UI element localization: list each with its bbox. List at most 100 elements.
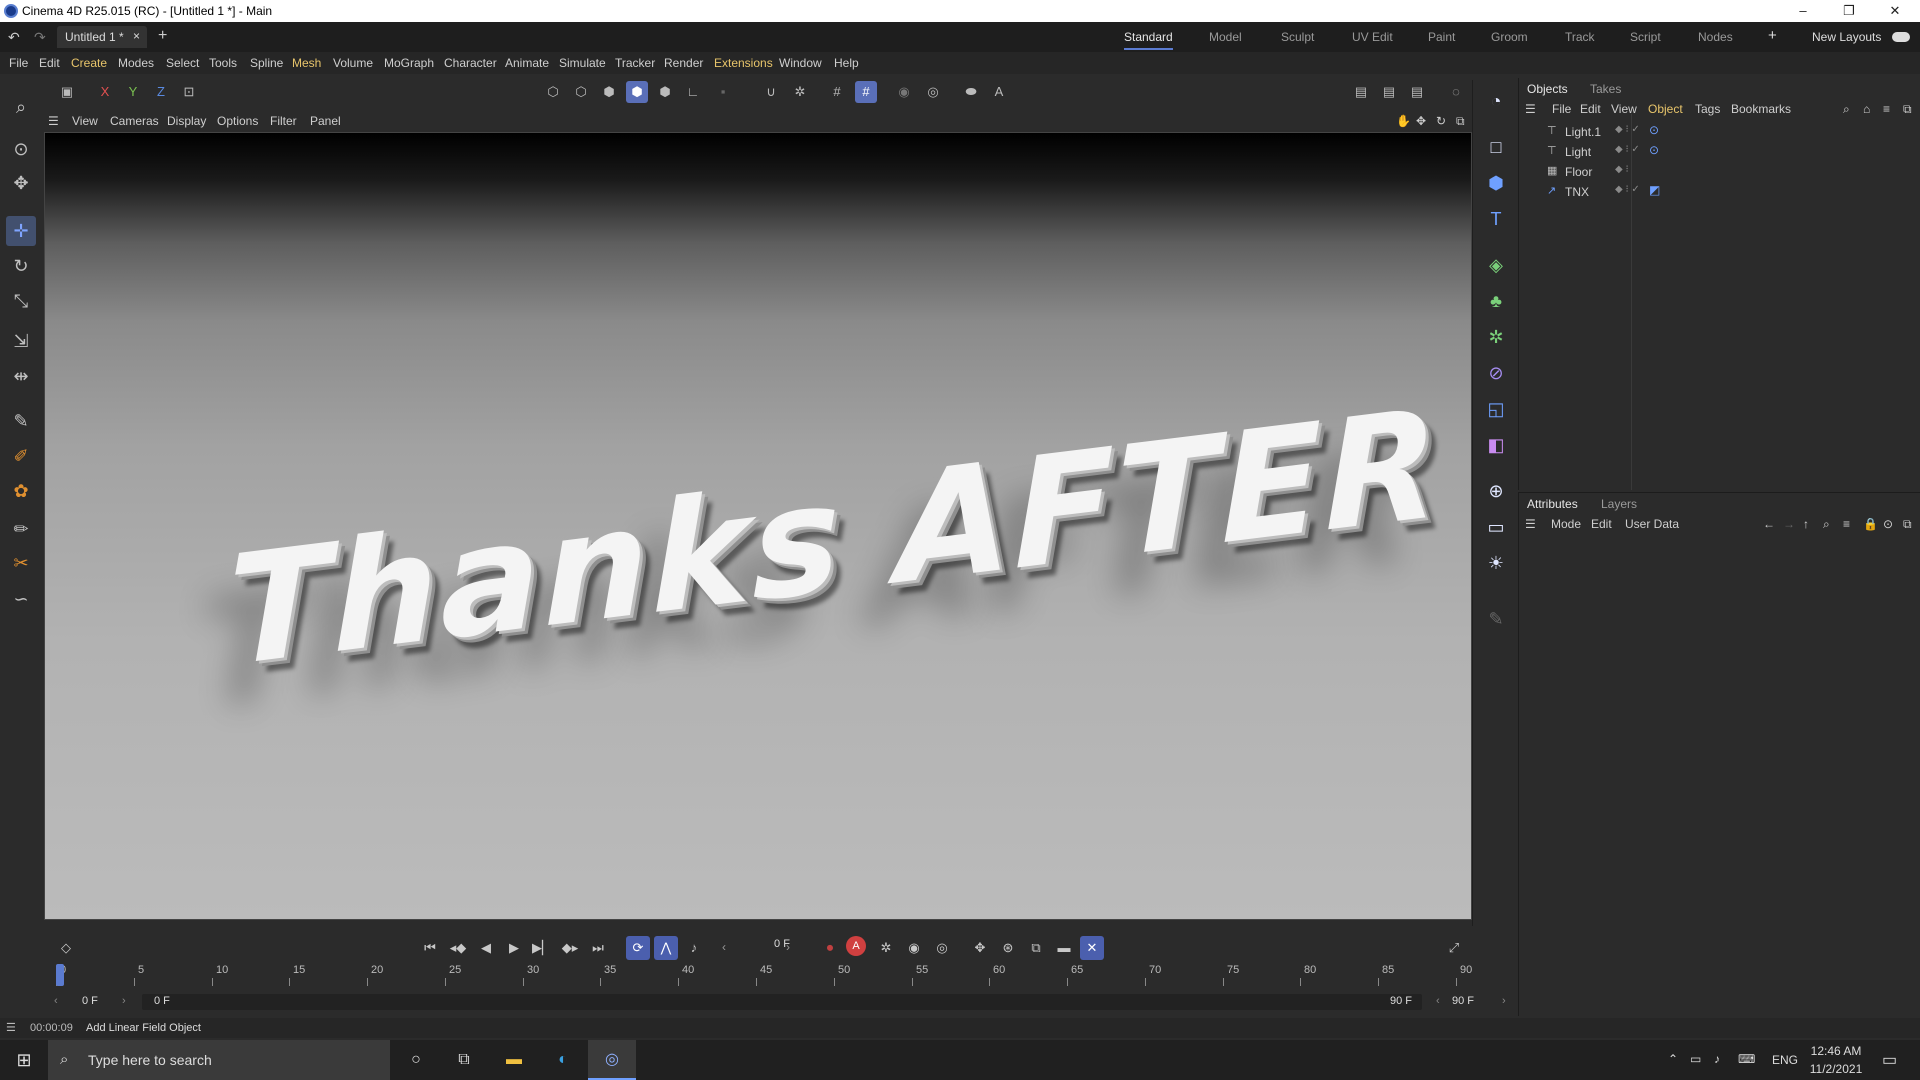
snap-settings-icon[interactable]: ✲ [789, 81, 811, 103]
rotate-tool-icon[interactable]: ↻ [6, 251, 36, 281]
target-tag-icon[interactable]: ⊙ [1649, 143, 1659, 157]
menu-modes[interactable]: Modes [118, 56, 154, 70]
cube-primitive-icon[interactable]: ⬢ [1481, 168, 1511, 198]
objects-menu-file[interactable]: File [1552, 102, 1571, 116]
null-object-icon[interactable]: ◔ [1481, 86, 1511, 116]
goto-start-icon[interactable]: ⏮ [418, 936, 442, 960]
timeline-expand-icon[interactable]: ⤢ [1442, 936, 1466, 960]
edge-browser-icon[interactable]: ◐ [551, 1048, 575, 1072]
layout-tab-nodes[interactable]: Nodes [1698, 30, 1733, 44]
attributes-settings-icon[interactable]: ⊙ [1883, 517, 1893, 531]
layout-tab-paint[interactable]: Paint [1428, 30, 1455, 44]
menu-spline[interactable]: Spline [250, 56, 283, 70]
end-frame-field[interactable]: 90 F [1452, 995, 1474, 1007]
key-interpolation-icon[interactable]: ▬ [1052, 936, 1076, 960]
target-tag-icon[interactable]: ⊙ [1649, 123, 1659, 137]
next-key-icon[interactable]: ◆▸ [558, 936, 582, 960]
volume-icon[interactable]: ◧ [1481, 430, 1511, 460]
tab-attributes[interactable]: Attributes [1527, 497, 1578, 511]
layout-tab-uvedit[interactable]: UV Edit [1352, 30, 1393, 44]
cinema4d-taskbar-button[interactable]: ◎ [588, 1040, 636, 1080]
deformer-icon[interactable]: ⊘ [1481, 358, 1511, 388]
viewport-pan-icon[interactable]: ✋ [1396, 114, 1411, 128]
tab-objects[interactable]: Objects [1527, 82, 1568, 96]
spline-rectangle-icon[interactable]: □ [1481, 132, 1511, 162]
attributes-menu-mode[interactable]: Mode [1551, 517, 1581, 531]
points-mode-icon[interactable]: ⬡ [542, 81, 564, 103]
axis-mode-icon[interactable]: ∟ [682, 81, 704, 103]
forward-arrow-icon[interactable]: → [1783, 517, 1795, 531]
attributes-menu-userdata[interactable]: User Data [1625, 517, 1679, 531]
objects-menu-object[interactable]: Object [1648, 102, 1683, 116]
object-visibility-flags[interactable]: ◆ ⁝ ✓ [1615, 124, 1640, 135]
object-row-floor[interactable]: ▦ Floor ◆ ⁝ [1531, 162, 1911, 182]
attributes-filter-icon[interactable]: ≡ [1843, 517, 1850, 531]
object-row-light[interactable]: ⊤ Light ◆ ⁝ ✓ ⊙ [1531, 142, 1911, 162]
generator-icon[interactable]: ◈ [1481, 250, 1511, 280]
knife-tool-icon[interactable]: ✂ [6, 548, 36, 578]
volume-icon[interactable]: ♪ [1714, 1052, 1720, 1066]
add-layout-icon[interactable]: + [1768, 27, 1777, 44]
menu-tracker[interactable]: Tracker [615, 56, 655, 70]
scene-3d-text[interactable]: Thanks AFTER [227, 377, 1442, 787]
frame-increment-icon[interactable]: › [786, 940, 790, 954]
workplane-grid-icon[interactable]: # [826, 81, 848, 103]
timeline-playhead[interactable] [56, 964, 64, 986]
tab-takes[interactable]: Takes [1590, 82, 1621, 96]
phong-tag-icon[interactable]: ◩ [1649, 183, 1660, 197]
render-view-icon[interactable]: ▤ [1350, 81, 1372, 103]
axis-x-toggle[interactable]: X [94, 81, 116, 103]
range-end-decrement-icon[interactable]: ‹ [1436, 995, 1440, 1007]
document-tab-close-icon[interactable]: × [133, 29, 140, 43]
attributes-popout-icon[interactable]: ⧉ [1903, 517, 1912, 532]
up-arrow-icon[interactable]: ↑ [1803, 517, 1809, 531]
undo-tool-icon[interactable]: ▣ [56, 81, 78, 103]
text-object-icon[interactable]: T [1481, 204, 1511, 234]
render-settings-icon[interactable]: ▤ [1406, 81, 1428, 103]
edges-mode-icon[interactable]: ⬡ [570, 81, 592, 103]
tweak-icon[interactable]: ✥ [6, 168, 36, 198]
model-mode-icon[interactable]: ⬢ [626, 81, 648, 103]
display-options-icon[interactable]: ◌ [1445, 81, 1467, 103]
object-row-light1[interactable]: ⊤ Light.1 ◆ ⁝ ✓ ⊙ [1531, 122, 1911, 142]
viewport-menu-icon[interactable]: ☰ [48, 114, 59, 128]
menu-help[interactable]: Help [834, 56, 859, 70]
polygon-pen-icon[interactable]: ∽ [6, 584, 36, 614]
back-arrow-icon[interactable]: ← [1763, 517, 1775, 531]
viewport-menu-display[interactable]: Display [167, 114, 206, 128]
minimize-button[interactable]: – [1780, 0, 1826, 22]
attributes-menu-edit[interactable]: Edit [1591, 517, 1612, 531]
maximize-button[interactable]: ❐ [1826, 0, 1872, 22]
key-param-icon[interactable]: ⊛ [996, 936, 1020, 960]
camera-icon[interactable]: ▭ [1481, 512, 1511, 542]
key-rotation-icon[interactable]: ◎ [930, 936, 954, 960]
transfer-tool-icon[interactable]: ⇹ [6, 361, 36, 391]
menu-create[interactable]: Create [71, 56, 107, 70]
range-end-increment-icon[interactable]: › [1502, 995, 1506, 1007]
start-frame-field[interactable]: 0 F [82, 995, 98, 1007]
menu-render[interactable]: Render [664, 56, 703, 70]
redo-icon[interactable]: ↷ [34, 29, 46, 46]
viewport-menu-cameras[interactable]: Cameras [110, 114, 159, 128]
document-tab[interactable]: Untitled 1 * × [57, 26, 147, 48]
move-tool-icon[interactable]: ✛ [6, 216, 36, 246]
polygons-mode-icon[interactable]: ⬢ [598, 81, 620, 103]
sound-icon[interactable]: ♪ [682, 936, 706, 960]
tray-chevron-icon[interactable]: ⌃ [1668, 1052, 1678, 1066]
viewport-move-icon[interactable]: ✥ [1416, 114, 1426, 128]
clock-time[interactable]: 12:46 AM [1808, 1044, 1864, 1058]
objects-home-icon[interactable]: ⌂ [1863, 102, 1870, 116]
object-visibility-flags[interactable]: ◆ ⁝ ✓ [1615, 184, 1640, 195]
next-frame-icon[interactable]: ▶▏ [530, 936, 554, 960]
cortana-icon[interactable]: ○ [404, 1048, 428, 1072]
key-position-icon[interactable]: ◉ [902, 936, 926, 960]
loop-icon[interactable]: ⟳ [626, 936, 650, 960]
keyframe-diamond-icon[interactable]: ◇ [54, 936, 78, 960]
mograph-cloner-icon[interactable]: ♣ [1481, 286, 1511, 316]
attributes-lock-icon[interactable]: 🔒 [1863, 517, 1878, 531]
effector-icon[interactable]: ✲ [1481, 322, 1511, 352]
menu-character[interactable]: Character [444, 56, 497, 70]
prev-frame-icon[interactable]: ◀ [474, 936, 498, 960]
layout-toggle[interactable] [1892, 32, 1910, 42]
add-document-icon[interactable]: + [158, 27, 167, 45]
